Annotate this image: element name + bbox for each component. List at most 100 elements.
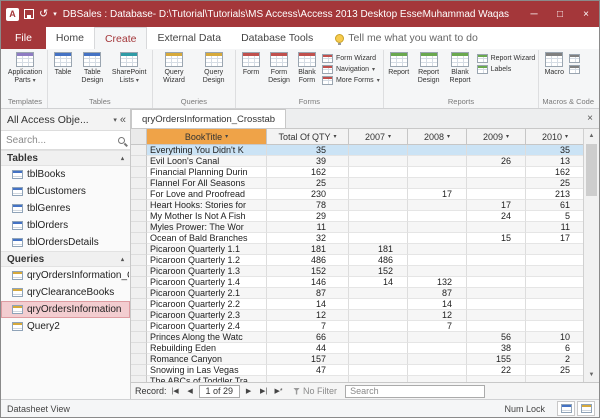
cell-booktitle[interactable]: Romance Canyon — [147, 354, 267, 365]
cell-total[interactable]: 29 — [267, 211, 349, 222]
cell-2008[interactable] — [408, 167, 467, 178]
maximize-button[interactable]: □ — [547, 1, 573, 27]
cell-2008[interactable]: 14 — [408, 299, 467, 310]
row-selector[interactable] — [131, 178, 147, 189]
cell-booktitle[interactable]: Heart Hooks: Stories for — [147, 200, 267, 211]
nav-item[interactable]: tblCustomers — [1, 183, 130, 200]
cell-2010[interactable] — [526, 277, 583, 288]
cell-2010[interactable] — [526, 266, 583, 277]
cell-2007[interactable]: 14 — [349, 277, 408, 288]
shutter-bar-icon[interactable]: « — [120, 114, 126, 126]
cell-2007[interactable] — [349, 233, 408, 244]
cell-2010[interactable]: 213 — [526, 189, 583, 200]
cell-2010[interactable]: 5 — [526, 211, 583, 222]
cell-total[interactable]: 486 — [267, 255, 349, 266]
cell-2010[interactable] — [526, 288, 583, 299]
row-selector[interactable] — [131, 156, 147, 167]
nav-item[interactable]: qryOrdersInformation — [1, 301, 130, 318]
cell-2007[interactable] — [349, 178, 408, 189]
more-forms-button[interactable]: More Forms ▾ — [322, 76, 380, 85]
cell-2007[interactable] — [349, 354, 408, 365]
cell-2009[interactable] — [467, 310, 526, 321]
nav-item[interactable]: tblOrders — [1, 217, 130, 234]
cell-2010[interactable]: 35 — [526, 145, 583, 156]
nav-pane-header[interactable]: All Access Obje... ▾ « — [1, 109, 130, 131]
cell-booktitle[interactable]: Ocean of Bald Branches — [147, 233, 267, 244]
cell-2008[interactable] — [408, 332, 467, 343]
filter-caret-icon[interactable]: ▾ — [565, 133, 568, 140]
column-header-booktitle[interactable]: BookTitle▾ — [147, 129, 267, 145]
cell-2009[interactable] — [467, 266, 526, 277]
cell-2009[interactable]: 56 — [467, 332, 526, 343]
nav-item[interactable]: tblBooks — [1, 166, 130, 183]
close-document-icon[interactable]: × — [581, 113, 599, 124]
cell-2008[interactable] — [408, 233, 467, 244]
cell-2009[interactable] — [467, 244, 526, 255]
cell-2009[interactable] — [467, 277, 526, 288]
cell-2007[interactable] — [349, 310, 408, 321]
row-selector[interactable] — [131, 321, 147, 332]
record-search-box[interactable]: Search — [345, 385, 485, 398]
sharepoint-lists-button[interactable]: SharePoint Lists ▾ — [110, 50, 149, 85]
cell-total[interactable]: 39 — [267, 156, 349, 167]
row-selector[interactable] — [131, 255, 147, 266]
cell-total[interactable]: 47 — [267, 365, 349, 376]
cell-total[interactable]: 44 — [267, 343, 349, 354]
cell-2008[interactable]: 7 — [408, 321, 467, 332]
row-selector[interactable] — [131, 244, 147, 255]
cell-2010[interactable] — [526, 299, 583, 310]
cell-2007[interactable] — [349, 332, 408, 343]
tab-create[interactable]: Create — [94, 27, 148, 49]
cell-total[interactable]: 11 — [267, 222, 349, 233]
cell-booktitle[interactable]: Rebuilding Eden — [147, 343, 267, 354]
cell-2007[interactable] — [349, 288, 408, 299]
cell-2009[interactable]: 22 — [467, 365, 526, 376]
cell-2009[interactable]: 15 — [467, 233, 526, 244]
cell-2008[interactable] — [408, 156, 467, 167]
filter-status[interactable]: No Filter — [293, 386, 337, 396]
scroll-up-icon[interactable]: ▲ — [584, 129, 599, 143]
cell-2008[interactable] — [408, 200, 467, 211]
cell-booktitle[interactable]: Flannel For All Seasons — [147, 178, 267, 189]
design-view-button[interactable] — [577, 401, 595, 416]
tab-external-data[interactable]: External Data — [147, 27, 231, 49]
cell-2008[interactable]: 132 — [408, 277, 467, 288]
cell-2008[interactable] — [408, 354, 467, 365]
query-wizard-button[interactable]: Query Wizard — [156, 50, 193, 85]
cell-2010[interactable]: 11 — [526, 222, 583, 233]
cell-2007[interactable] — [349, 167, 408, 178]
cell-total[interactable]: 78 — [267, 200, 349, 211]
filter-caret-icon[interactable]: ▾ — [334, 133, 337, 140]
cell-booktitle[interactable]: Everything You Didn't K — [147, 145, 267, 156]
nav-item[interactable]: qryOrdersInformation_Crosst... — [1, 267, 130, 284]
cell-booktitle[interactable]: Evil Loon's Canal — [147, 156, 267, 167]
cell-2007[interactable] — [349, 321, 408, 332]
cell-2009[interactable] — [467, 178, 526, 189]
nav-item[interactable]: tblOrdersDetails — [1, 234, 130, 251]
cell-booktitle[interactable]: Picaroon Quarterly 2.2 — [147, 299, 267, 310]
signed-in-user[interactable]: Muhammad Waqas — [423, 9, 509, 20]
cell-total[interactable]: 87 — [267, 288, 349, 299]
cell-2009[interactable] — [467, 299, 526, 310]
nav-section-header-tables[interactable]: Tables▴ — [1, 150, 130, 166]
row-selector[interactable] — [131, 233, 147, 244]
row-selector[interactable] — [131, 189, 147, 200]
labels-button[interactable]: Labels — [477, 65, 536, 74]
first-record-button[interactable]: |◀ — [169, 387, 182, 395]
module-button[interactable] — [569, 54, 580, 63]
cell-total[interactable]: 157 — [267, 354, 349, 365]
cell-booktitle[interactable]: Snowing in Las Vegas — [147, 365, 267, 376]
column-header-2009[interactable]: 2009▾ — [467, 129, 526, 145]
cell-2007[interactable] — [349, 299, 408, 310]
previous-record-button[interactable]: ◀ — [184, 387, 197, 395]
cell-total[interactable]: 162 — [267, 167, 349, 178]
column-header-2008[interactable]: 2008▾ — [408, 129, 467, 145]
cell-booktitle[interactable]: Picaroon Quarterly 1.3 — [147, 266, 267, 277]
nav-item[interactable]: tblGenres — [1, 200, 130, 217]
filter-caret-icon[interactable]: ▾ — [447, 133, 450, 140]
document-tab-crosstab[interactable]: qryOrdersInformation_Crosstab — [131, 109, 286, 128]
cell-total[interactable]: 66 — [267, 332, 349, 343]
row-selector[interactable] — [131, 343, 147, 354]
undo-icon[interactable]: ↺ — [39, 9, 48, 20]
cell-2009[interactable] — [467, 222, 526, 233]
